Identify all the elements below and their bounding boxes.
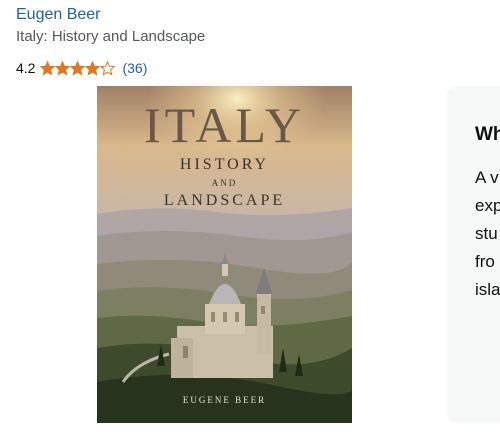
star-icon bbox=[40, 60, 56, 76]
description-line: fro bbox=[475, 252, 495, 271]
author-link[interactable]: Eugen Beer bbox=[16, 6, 101, 24]
cover-title: ITALY bbox=[144, 97, 305, 153]
rating-value: 4.2 bbox=[16, 60, 36, 76]
description-text: A v exp stu fro isla bbox=[475, 164, 500, 304]
description-line: A v bbox=[475, 168, 499, 187]
description-line: exp bbox=[475, 196, 500, 215]
cover-author: EUGENE BEER bbox=[182, 395, 267, 405]
star-icon bbox=[55, 60, 71, 76]
book-title: Italy: History and Landscape bbox=[16, 28, 206, 45]
cover-subtitle-line2: LANDSCAPE bbox=[163, 192, 286, 209]
star-icon bbox=[70, 60, 86, 76]
star-rating[interactable] bbox=[40, 60, 116, 76]
book-cover-image[interactable]: ITALY HISTORY AND LANDSCAPE EUGENE BEER bbox=[97, 86, 352, 423]
rating-row: 4.2 (36) bbox=[16, 60, 147, 76]
description-panel: Wh A v exp stu fro isla bbox=[447, 86, 500, 423]
description-line: stu bbox=[475, 224, 498, 243]
review-count-link[interactable]: (36) bbox=[122, 60, 147, 76]
star-icon bbox=[85, 60, 101, 76]
description-line: isla bbox=[475, 280, 500, 299]
cover-subtitle-line1: HISTORY bbox=[179, 156, 270, 173]
cover-subtitle-and: AND bbox=[211, 178, 238, 188]
star-icon bbox=[100, 60, 116, 76]
description-heading: Wh bbox=[475, 124, 500, 145]
